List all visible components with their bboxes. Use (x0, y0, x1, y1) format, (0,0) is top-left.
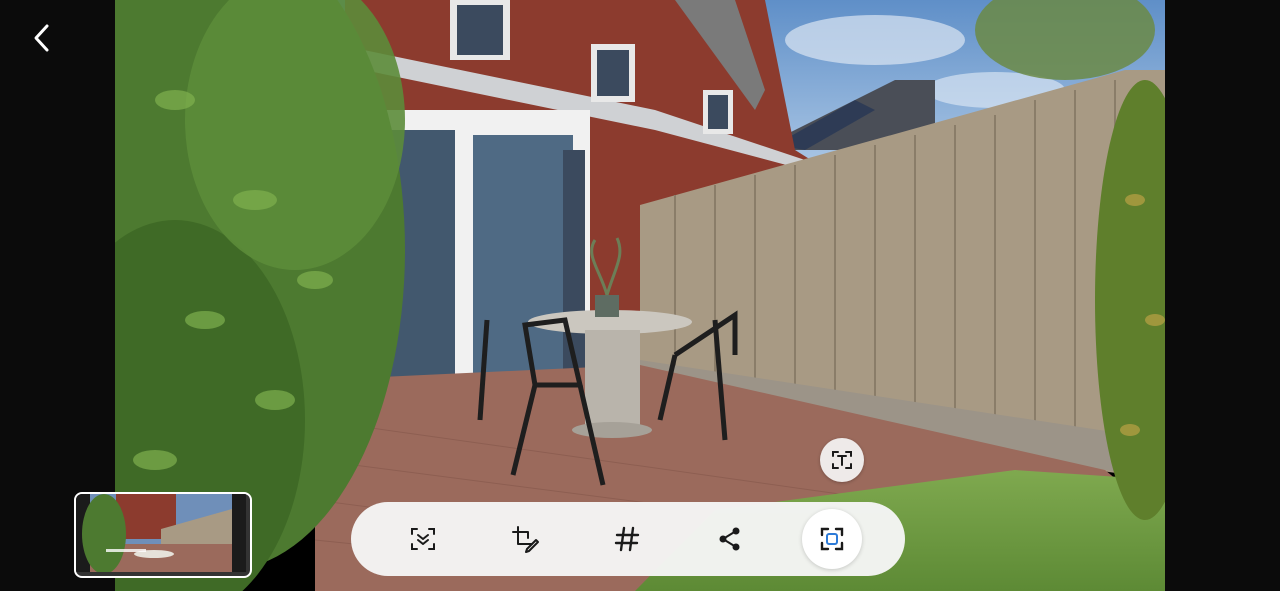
text-scan-icon (832, 451, 852, 469)
crop-edit-button[interactable] (495, 509, 555, 569)
back-button[interactable] (22, 18, 62, 58)
chevron-left-icon (34, 24, 49, 52)
right-letterbox (1165, 0, 1280, 591)
smart-select-button[interactable] (393, 509, 453, 569)
extract-text-button[interactable] (820, 438, 864, 482)
bottom-toolbar (351, 502, 905, 576)
crop-edit-icon (512, 526, 539, 553)
screen-capture-icon (820, 527, 844, 551)
hashtag-icon (614, 526, 640, 552)
share-icon (719, 527, 740, 551)
thumbnail-image (76, 494, 246, 574)
share-button[interactable] (700, 509, 760, 569)
smart-select-icon (411, 528, 435, 550)
photo-thumbnail[interactable] (74, 492, 252, 578)
screen-capture-button[interactable] (802, 509, 862, 569)
hashtag-button[interactable] (597, 509, 657, 569)
